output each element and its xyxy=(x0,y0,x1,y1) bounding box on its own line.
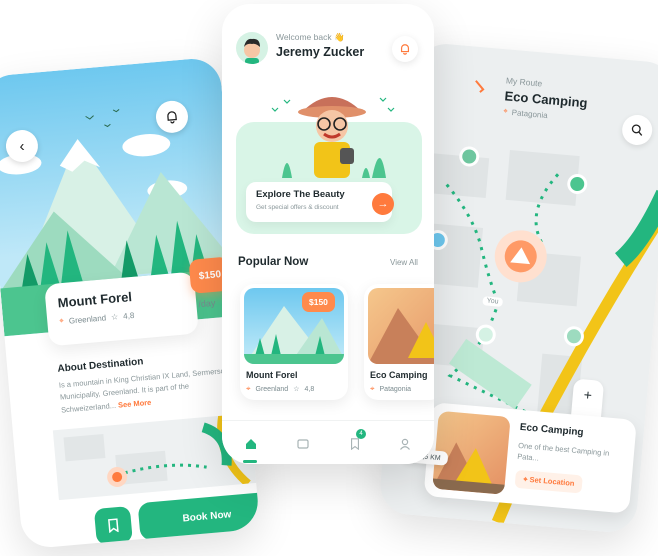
about-heading: About Destination xyxy=(57,356,144,375)
user-icon xyxy=(400,438,410,450)
bell-icon xyxy=(167,111,177,124)
place-title: Eco Camping xyxy=(519,421,584,439)
destination-card-title: Mount Forel xyxy=(246,370,298,380)
destination-card-location: Patagonia xyxy=(379,385,412,393)
bookmark-icon xyxy=(351,438,359,450)
explore-subtitle: Get special offers & discount xyxy=(256,204,339,211)
section-title: Popular Now xyxy=(238,256,309,268)
active-tab-indicator xyxy=(243,460,257,463)
chevron-left-icon: ‹ xyxy=(18,137,26,155)
location-pin-icon: ⌖ xyxy=(370,384,375,393)
price-unit: /day xyxy=(197,297,216,310)
showcase-stage: ‹ Mount Forel ⌖ Greenland ☆ 4,8 $150 /da… xyxy=(0,0,658,556)
bottom-nav: 4 xyxy=(222,420,434,464)
user-name: Jeremy Zucker xyxy=(276,45,365,59)
search-icon xyxy=(631,124,643,136)
set-location-button[interactable]: ⌖ Set Location xyxy=(514,469,584,494)
place-card[interactable]: Eco Camping One of the best Camping in P… xyxy=(423,402,637,514)
notification-button[interactable] xyxy=(392,36,418,62)
destination-card-location: Greenland xyxy=(255,385,289,393)
nav-saved[interactable]: 4 xyxy=(344,429,366,455)
notification-badge: 4 xyxy=(356,429,366,439)
destination-card[interactable]: $150 Mount Forel ⌖ Greenland ☆ 4,8 xyxy=(240,284,348,400)
avatar[interactable] xyxy=(236,32,268,64)
destination-card-meta: ⌖ Patagonia xyxy=(370,384,411,394)
route-header: My Route Eco Camping ⌖ Patagonia xyxy=(503,75,589,123)
bell-icon xyxy=(400,44,410,55)
nav-profile[interactable] xyxy=(394,433,416,455)
set-location-label: Set Location xyxy=(529,474,575,488)
see-more-link[interactable]: See More xyxy=(118,398,152,410)
book-now-button[interactable]: Book Now xyxy=(137,491,261,542)
user-location-label: You xyxy=(482,296,503,307)
explore-arrow-button[interactable]: → xyxy=(372,193,394,215)
star-icon: ☆ xyxy=(293,386,300,393)
location-pin-icon: ⌖ xyxy=(502,106,509,116)
explorer-illustration xyxy=(271,97,395,178)
welcome-text: Welcome back 👋 xyxy=(276,32,345,42)
bookmark-icon xyxy=(108,518,119,534)
destination-card-meta: ⌖ Greenland ☆ 4,8 xyxy=(246,384,314,394)
destination-rating: 4,8 xyxy=(122,310,135,321)
zoom-in-button[interactable]: + xyxy=(583,386,593,403)
ticket-icon xyxy=(297,439,309,449)
home-icon xyxy=(246,439,256,449)
destination-info-card: Mount Forel ⌖ Greenland ☆ 4,8 xyxy=(44,271,199,347)
arrow-right-icon: → xyxy=(377,198,389,210)
price-badge: $150 xyxy=(302,292,335,312)
home-screen: Welcome back 👋 Jeremy Zucker Explore The… xyxy=(222,4,434,464)
place-description: One of the best Camping in Pata... xyxy=(516,440,610,463)
bookmark-button[interactable] xyxy=(93,506,133,546)
view-all-link[interactable]: View All xyxy=(390,258,418,267)
destination-card-image xyxy=(368,288,434,364)
explore-card[interactable]: Explore The Beauty Get special offers & … xyxy=(246,182,392,222)
star-icon: ☆ xyxy=(110,311,119,322)
destination-card[interactable]: Eco Camping ⌖ Patagonia xyxy=(364,284,434,400)
destination-card-title: Eco Camping xyxy=(370,370,428,380)
nav-home[interactable] xyxy=(240,433,262,455)
explore-title: Explore The Beauty xyxy=(256,189,345,200)
nav-tickets[interactable] xyxy=(292,433,314,455)
location-pin-icon: ⌖ xyxy=(58,316,65,326)
destination-card-rating: 4,8 xyxy=(304,385,315,393)
destination-location: Greenland xyxy=(68,312,107,326)
location-pin-icon: ⌖ xyxy=(246,384,251,393)
